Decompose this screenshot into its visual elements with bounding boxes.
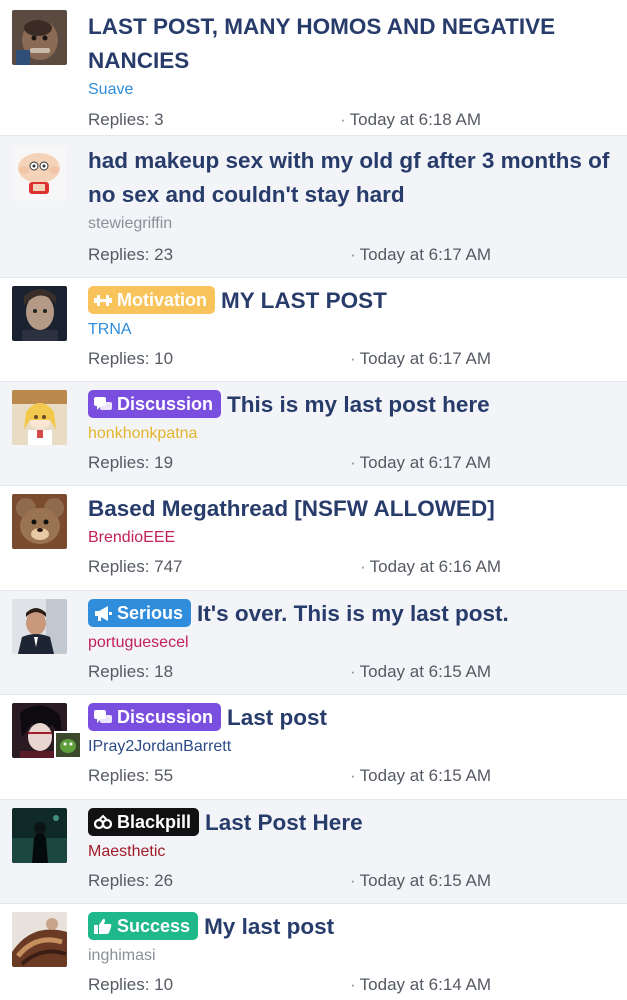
prefix-badge-blackpill[interactable]: Blackpill (88, 808, 200, 836)
thread-list: LAST POST, MANY HOMOS AND NEGATIVE NANCI… (0, 0, 627, 996)
avatar[interactable] (12, 912, 67, 967)
thread-title[interactable]: Success My last post (88, 910, 613, 944)
thread-title[interactable]: Serious It's over. This is my last post. (88, 597, 613, 631)
avatar[interactable] (12, 146, 67, 201)
reply-count: Replies: 19 (88, 453, 174, 472)
separator-dot: · (350, 871, 356, 890)
reply-count: Replies: 10 (88, 349, 174, 368)
reply-count: Replies: 55 (88, 766, 174, 785)
thread-row[interactable]: Success My last post inghimasi Replies: 1… (0, 904, 627, 996)
thread-author[interactable]: Suave (88, 80, 613, 100)
thread-row[interactable]: Discussion Last post IPray2JordanBarrett … (0, 695, 627, 800)
last-post-time[interactable]: · Today at 6:15 AM (350, 870, 491, 892)
thread-row[interactable]: Blackpill Last Post Here Maesthetic Repli… (0, 800, 627, 904)
chat-bubbles-icon (94, 710, 112, 723)
last-post-time[interactable]: · Today at 6:17 AM (350, 452, 491, 474)
thread-title[interactable]: had makeup sex with my old gf after 3 mo… (88, 144, 613, 212)
thread-author[interactable]: honkhonkpatna (88, 424, 613, 444)
reply-count: Replies: 3 (88, 110, 164, 129)
avatar[interactable] (12, 808, 67, 863)
separator-dot: · (350, 662, 356, 681)
last-post-time[interactable]: · Today at 6:17 AM (350, 348, 491, 370)
prefix-badge-success[interactable]: Success (88, 912, 199, 940)
thread-title[interactable]: Motivation MY LAST POST (88, 284, 613, 318)
last-post-time[interactable]: · Today at 6:14 AM (350, 974, 491, 996)
avatar[interactable] (12, 286, 67, 341)
thread-author[interactable]: stewiegriffin (88, 214, 613, 234)
reply-count: Replies: 23 (88, 245, 174, 264)
thread-title[interactable]: Discussion Last post (88, 701, 613, 735)
reply-count: Replies: 747 (88, 557, 183, 576)
separator-dot: · (360, 557, 366, 576)
reply-count: Replies: 18 (88, 662, 174, 681)
thread-author[interactable]: Maesthetic (88, 842, 613, 862)
prefix-badge-serious[interactable]: Serious (88, 599, 192, 627)
last-post-time[interactable]: · Today at 6:16 AM (360, 556, 501, 578)
secondary-avatar[interactable] (54, 731, 82, 759)
prefix-badge-discussion[interactable]: Discussion (88, 390, 222, 418)
thread-row[interactable]: Discussion This is my last post here honk… (0, 382, 627, 486)
separator-dot: · (350, 245, 356, 264)
thread-author[interactable]: BrendioEEE (88, 528, 613, 548)
avatar[interactable] (12, 599, 67, 654)
prefix-badge-motivation[interactable]: Motivation (88, 286, 215, 314)
thumbs-up-icon (94, 918, 112, 934)
avatar[interactable] (12, 390, 67, 445)
thread-title[interactable]: Based Megathread [NSFW ALLOWED] (88, 492, 613, 526)
thread-author[interactable]: portuguesecel (88, 633, 613, 653)
thread-author[interactable]: IPray2JordanBarrett (88, 737, 613, 757)
last-post-time[interactable]: · Today at 6:17 AM (350, 244, 491, 266)
separator-dot: · (350, 975, 356, 994)
separator-dot: · (350, 349, 356, 368)
megaphone-icon (95, 606, 112, 621)
dumbbell-icon (94, 295, 112, 306)
separator-dot: · (350, 766, 356, 785)
last-post-time[interactable]: · Today at 6:15 AM (350, 661, 491, 683)
separator-dot: · (350, 453, 356, 472)
chat-bubbles-icon (94, 397, 112, 410)
thread-row[interactable]: Serious It's over. This is my last post. … (0, 591, 627, 695)
thread-title[interactable]: Blackpill Last Post Here (88, 806, 613, 840)
separator-dot: · (340, 110, 346, 129)
thread-row[interactable]: Motivation MY LAST POST TRNA Replies: 10 … (0, 278, 627, 382)
reply-count: Replies: 10 (88, 975, 174, 994)
avatar[interactable] (12, 494, 67, 549)
thread-row[interactable]: LAST POST, MANY HOMOS AND NEGATIVE NANCI… (0, 0, 627, 136)
thread-row[interactable]: had makeup sex with my old gf after 3 mo… (0, 136, 627, 278)
last-post-time[interactable]: · Today at 6:18 AM (340, 109, 481, 131)
reply-count: Replies: 26 (88, 871, 174, 890)
thread-title[interactable]: LAST POST, MANY HOMOS AND NEGATIVE NANCI… (88, 10, 613, 78)
pill-icon (94, 814, 112, 830)
thread-row[interactable]: Based Megathread [NSFW ALLOWED] BrendioE… (0, 486, 627, 591)
prefix-badge-discussion[interactable]: Discussion (88, 703, 222, 731)
thread-title[interactable]: Discussion This is my last post here (88, 388, 613, 422)
thread-author[interactable]: inghimasi (88, 946, 613, 966)
last-post-time[interactable]: · Today at 6:15 AM (350, 765, 491, 787)
thread-author[interactable]: TRNA (88, 320, 613, 340)
avatar[interactable] (12, 10, 67, 65)
